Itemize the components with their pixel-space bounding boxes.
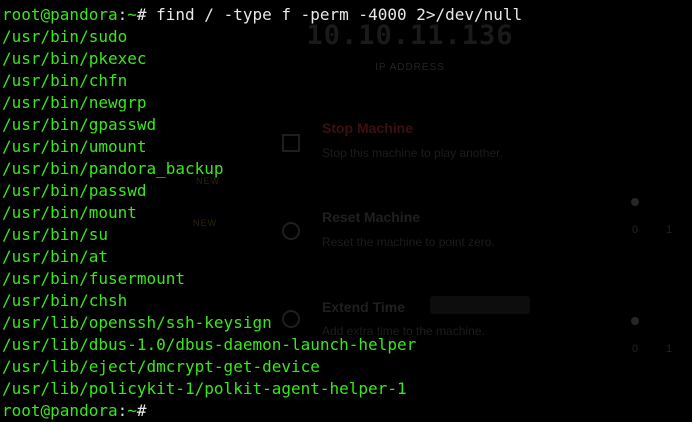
prompt-user-host: root@pandora <box>2 401 118 420</box>
next-prompt-line: root@pandora:~# <box>2 400 692 422</box>
output-line: /usr/lib/eject/dmcrypt-get-device <box>2 357 320 376</box>
output-line: /usr/lib/dbus-1.0/dbus-daemon-launch-hel… <box>2 335 417 354</box>
command-line: root@pandora:~# find / -type f -perm -40… <box>2 4 692 26</box>
output-line: /usr/bin/chsh <box>2 291 128 310</box>
output-line: /usr/bin/passwd <box>2 181 147 200</box>
prompt-symbol: # <box>136 5 157 24</box>
prompt-path: ~ <box>127 401 137 420</box>
command-text: find / -type f -perm -4000 2>/dev/null <box>156 5 523 24</box>
terminal-window[interactable]: root@pandora:~# find / -type f -perm -40… <box>0 0 692 420</box>
output-line: /usr/bin/gpasswd <box>2 115 157 134</box>
output-line: /usr/bin/at <box>2 247 108 266</box>
output-line: /usr/bin/sudo <box>2 27 128 46</box>
prompt-user-host: root@pandora <box>2 5 118 24</box>
output-line: /usr/bin/newgrp <box>2 93 147 112</box>
output-line: /usr/bin/pkexec <box>2 49 147 68</box>
prompt-symbol: # <box>136 401 157 420</box>
output-line: /usr/bin/umount <box>2 137 147 156</box>
prompt-path: ~ <box>127 5 137 24</box>
prompt-separator: : <box>117 401 128 420</box>
output-line: /usr/lib/policykit-1/polkit-agent-helper… <box>2 379 407 398</box>
output-line: /usr/bin/su <box>2 225 108 244</box>
output-line: /usr/bin/fusermount <box>2 269 186 288</box>
output-line: /usr/lib/openssh/ssh-keysign <box>2 313 272 332</box>
output-line: /usr/bin/mount <box>2 203 137 222</box>
prompt-separator: : <box>117 5 128 24</box>
output-line: /usr/bin/chfn <box>2 71 128 90</box>
output-line: /usr/bin/pandora_backup <box>2 159 224 178</box>
